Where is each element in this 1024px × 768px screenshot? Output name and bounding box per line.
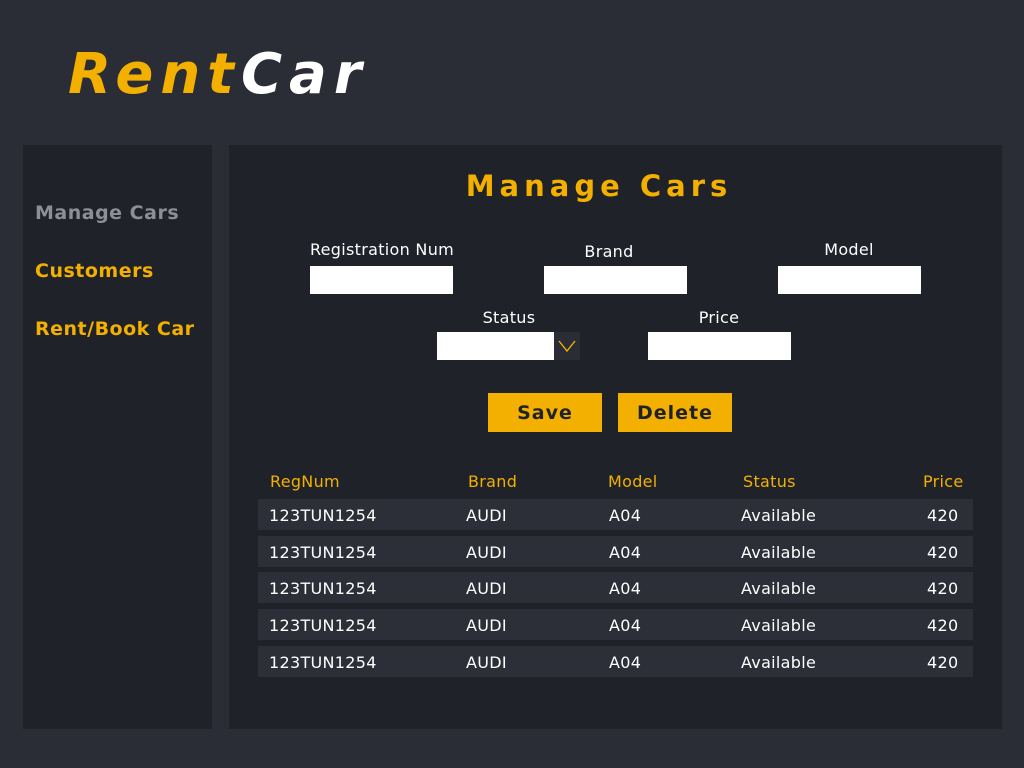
cell-price: 420 [927,616,959,635]
cell-brand: AUDI [466,506,507,525]
chevron-down-icon [558,340,576,352]
delete-button[interactable]: Delete [618,393,732,432]
brand-label: Brand [584,242,634,261]
main-panel: Manage Cars Registration Num Brand Model… [229,145,1002,729]
cell-status: Available [741,616,817,635]
cell-price: 420 [927,653,959,672]
table-row[interactable]: 123TUN1254 AUDI A04 Available 420 [258,609,973,640]
status-select[interactable] [437,332,580,360]
price-input[interactable] [648,332,791,360]
save-button[interactable]: Save [488,393,602,432]
cell-model: A04 [609,616,642,635]
model-input[interactable] [778,266,921,294]
logo-car: Car [240,42,369,107]
cell-regnum: 123TUN1254 [269,543,377,562]
table-header-status[interactable]: Status [743,472,796,491]
cell-status: Available [741,579,817,598]
cell-price: 420 [927,579,959,598]
cell-regnum: 123TUN1254 [269,506,377,525]
page-title: Manage Cars [465,169,733,203]
table-header-regnum[interactable]: RegNum [270,472,340,491]
logo-rent: Rent [68,42,241,107]
sidebar-item-rent-book-car[interactable]: Rent/Book Car [35,318,195,340]
price-label: Price [698,308,740,327]
registration-label: Registration Num [309,240,455,259]
cell-brand: AUDI [466,543,507,562]
cell-status: Available [741,506,817,525]
sidebar-item-customers[interactable]: Customers [35,260,154,282]
status-select-value[interactable] [437,332,554,360]
cell-regnum: 123TUN1254 [269,653,377,672]
app-logo: RentCar [68,40,368,110]
cell-price: 420 [927,506,959,525]
table-header-price[interactable]: Price [923,472,964,491]
cell-model: A04 [609,543,642,562]
model-label: Model [824,240,874,259]
table-header-model[interactable]: Model [608,472,658,491]
cell-model: A04 [609,653,642,672]
status-dropdown-button[interactable] [554,332,580,360]
cell-brand: AUDI [466,653,507,672]
registration-input[interactable] [310,266,453,294]
status-label: Status [482,308,536,327]
cell-model: A04 [609,579,642,598]
cell-price: 420 [927,543,959,562]
table-row[interactable]: 123TUN1254 AUDI A04 Available 420 [258,572,973,603]
cell-regnum: 123TUN1254 [269,616,377,635]
table-row[interactable]: 123TUN1254 AUDI A04 Available 420 [258,536,973,567]
cell-status: Available [741,543,817,562]
cell-brand: AUDI [466,579,507,598]
table-row[interactable]: 123TUN1254 AUDI A04 Available 420 [258,646,973,677]
table-header-brand[interactable]: Brand [468,472,517,491]
sidebar: Manage Cars Customers Rent/Book Car [23,145,212,729]
brand-input[interactable] [544,266,687,294]
cell-regnum: 123TUN1254 [269,579,377,598]
cell-brand: AUDI [466,616,507,635]
cell-status: Available [741,653,817,672]
sidebar-item-manage-cars[interactable]: Manage Cars [35,202,179,224]
table-row[interactable]: 123TUN1254 AUDI A04 Available 420 [258,499,973,530]
cell-model: A04 [609,506,642,525]
